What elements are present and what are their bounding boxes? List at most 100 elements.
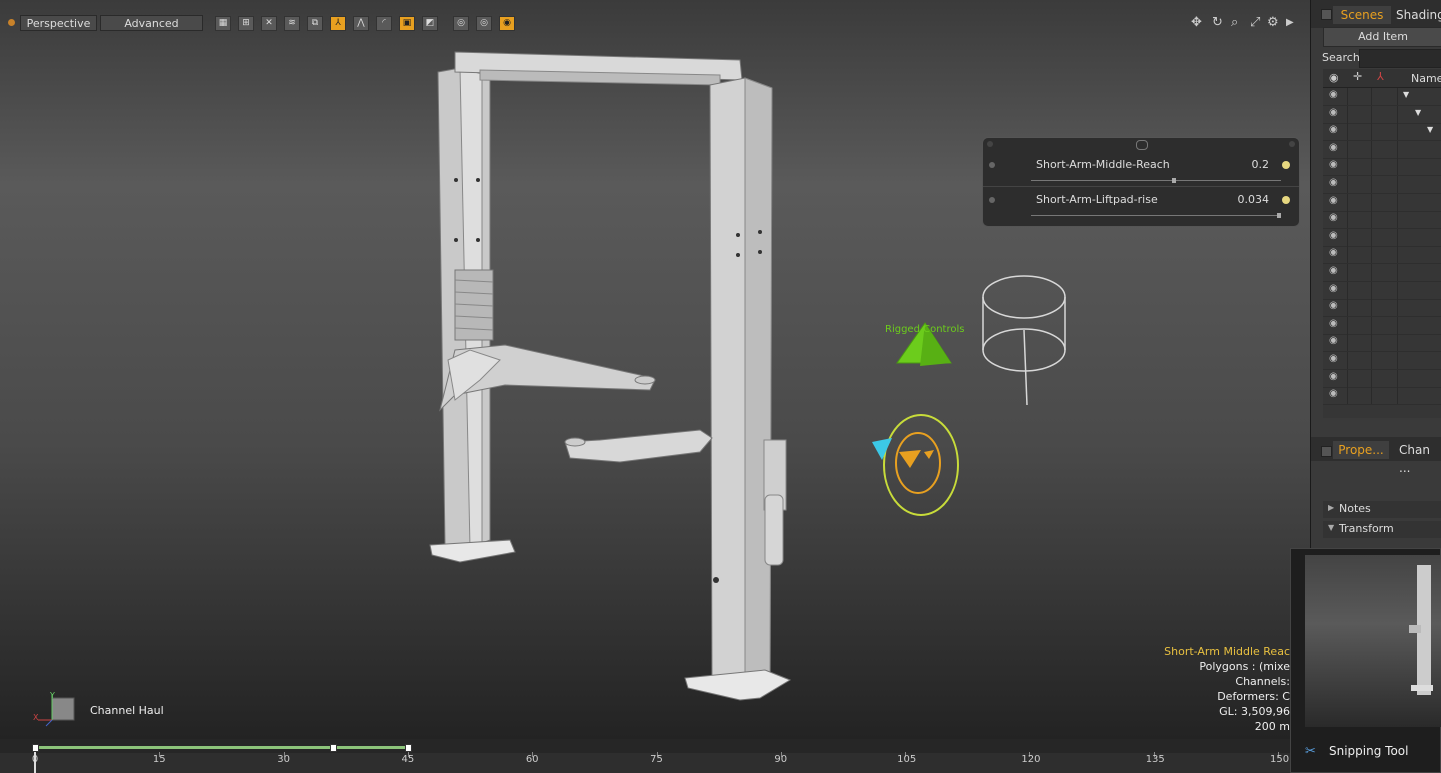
column-divider — [1347, 176, 1348, 193]
timeline-range-handle[interactable] — [404, 744, 412, 752]
eye-icon[interactable]: ◉ — [1329, 159, 1338, 170]
list-item[interactable]: ◉ — [1323, 158, 1441, 177]
list-item[interactable]: ◉ — [1323, 299, 1441, 318]
eye-icon[interactable]: ◉ — [1329, 265, 1338, 276]
eye-icon[interactable]: ◉ — [1329, 300, 1338, 311]
eye-icon[interactable]: ◉ — [1329, 371, 1338, 382]
list-item[interactable]: ◉ ▼ — [1323, 105, 1441, 124]
slider-row[interactable]: Short-Arm-Middle-Reach 0.2 — [983, 152, 1299, 187]
panel-menu-icon[interactable] — [1321, 9, 1332, 20]
visibility-column-icon[interactable]: ◉ — [1329, 71, 1339, 84]
timeline-play-range[interactable] — [35, 746, 408, 749]
column-divider — [1371, 228, 1372, 246]
panel-corner-handle[interactable] — [987, 141, 993, 147]
list-item[interactable]: ◉ — [1323, 334, 1441, 353]
eye-icon[interactable]: ◉ — [1329, 283, 1338, 294]
eye-icon[interactable]: ◉ — [1329, 124, 1338, 135]
slider-row[interactable]: Short-Arm-Liftpad-rise 0.034 — [983, 187, 1299, 221]
svg-text:Y: Y — [49, 691, 55, 700]
timeline-tick-label: 120 — [1021, 754, 1041, 765]
column-divider — [1397, 316, 1398, 334]
type-column-icon[interactable]: ⅄ — [1377, 70, 1384, 83]
slider-track[interactable] — [1031, 215, 1281, 216]
svg-text:X: X — [33, 713, 39, 722]
column-divider — [1347, 88, 1348, 105]
tab-shading[interactable]: Shading — [1396, 6, 1441, 24]
list-item[interactable]: ◉ — [1323, 211, 1441, 230]
column-divider — [1371, 264, 1372, 281]
timeline-ruler[interactable]: 0153045607590105120135150 — [0, 739, 1310, 773]
slider-key-indicator[interactable] — [989, 197, 995, 203]
list-item[interactable]: ◉ ▼ — [1323, 88, 1441, 106]
tab-scenes[interactable]: Scenes — [1333, 6, 1391, 24]
list-item[interactable]: ◉ — [1323, 264, 1441, 282]
notes-section[interactable]: ▶ Notes — [1323, 501, 1441, 518]
tree-expand-icon[interactable]: ▼ — [1427, 125, 1433, 134]
eye-icon[interactable]: ◉ — [1329, 142, 1338, 153]
list-item[interactable]: ◉ — [1323, 140, 1441, 159]
column-divider — [1397, 228, 1398, 246]
list-item[interactable]: ◉ ▼ — [1323, 123, 1441, 142]
tree-expand-icon[interactable]: ▼ — [1403, 90, 1409, 99]
eye-icon[interactable]: ◉ — [1329, 177, 1338, 188]
eye-icon[interactable]: ◉ — [1329, 335, 1338, 346]
column-divider — [1371, 88, 1372, 105]
eye-icon[interactable]: ◉ — [1329, 230, 1338, 241]
lock-column-icon[interactable]: ✛ — [1353, 70, 1362, 83]
eye-icon[interactable]: ◉ — [1329, 195, 1338, 206]
item-list[interactable]: ◉ ▼ ◉ ▼ ◉ ▼ ◉ ◉ ◉ ◉ ◉ ◉ ◉ ◉ ◉ ◉ ◉ ◉ ◉ ◉ ◉ — [1323, 88, 1441, 418]
panel-menu-icon[interactable] — [1321, 446, 1332, 457]
timeline[interactable]: 0153045607590105120135150 — [0, 739, 1310, 773]
list-item[interactable]: ◉ — [1323, 246, 1441, 265]
slider-handle[interactable] — [1276, 213, 1281, 218]
column-divider — [1397, 387, 1398, 405]
list-item[interactable]: ◉ — [1323, 352, 1441, 370]
list-item[interactable]: ◉ — [1323, 281, 1441, 300]
notes-label: Notes — [1339, 502, 1371, 515]
info-scale: 200 m — [1254, 720, 1290, 733]
slider-handle[interactable] — [1171, 178, 1176, 183]
search-input[interactable] — [1359, 49, 1441, 68]
column-divider — [1347, 246, 1348, 264]
slider-value[interactable]: 0.2 — [1252, 158, 1270, 171]
slider-value[interactable]: 0.034 — [1238, 193, 1270, 206]
list-item[interactable]: ◉ — [1323, 316, 1441, 335]
panel-corner-handle[interactable] — [1289, 141, 1295, 147]
column-divider — [1347, 299, 1348, 317]
column-divider — [1347, 369, 1348, 387]
channel-haul-label: Channel Haul — [90, 704, 164, 717]
eye-icon[interactable]: ◉ — [1329, 318, 1338, 329]
info-polygons: Polygons : (mixe — [1199, 660, 1290, 673]
slider-track[interactable] — [1031, 180, 1281, 181]
column-divider — [1397, 246, 1398, 264]
transform-label: Transform — [1339, 522, 1394, 535]
eye-icon[interactable]: ◉ — [1329, 89, 1338, 100]
timeline-playhead[interactable] — [34, 752, 36, 773]
snipping-tool-thumbnail[interactable]: ✂ Snipping Tool — [1290, 548, 1441, 773]
tree-expand-icon[interactable]: ▼ — [1415, 108, 1421, 117]
eye-icon[interactable]: ◉ — [1329, 212, 1338, 223]
timeline-range-handle[interactable] — [32, 744, 39, 752]
timeline-range-handle[interactable] — [330, 744, 338, 752]
eye-icon[interactable]: ◉ — [1329, 247, 1338, 258]
name-column-header[interactable]: Name — [1411, 72, 1441, 85]
channel-sliders-panel: Short-Arm-Middle-Reach 0.2 Short-Arm-Lif… — [982, 137, 1300, 227]
slider-key-indicator[interactable] — [989, 162, 995, 168]
list-item[interactable]: ◉ — [1323, 387, 1441, 406]
transform-section[interactable]: ▼ Transform — [1323, 521, 1441, 538]
column-divider — [1397, 158, 1398, 176]
column-divider — [1371, 281, 1372, 299]
3d-viewport[interactable]: Perspective Advanced ▦ ⊞ ✕ ≋ ⧉ ⅄ ⋀ ◜ ▣ ◩… — [0, 0, 1311, 739]
eye-icon[interactable]: ◉ — [1329, 388, 1338, 399]
tab-properties[interactable]: Prope... — [1333, 441, 1389, 459]
list-item[interactable]: ◉ — [1323, 369, 1441, 388]
list-item[interactable]: ◉ — [1323, 176, 1441, 194]
tab-channels[interactable]: Chan ... — [1399, 441, 1441, 475]
car-lift-model[interactable] — [0, 0, 1310, 739]
panel-grip-icon[interactable] — [1136, 140, 1148, 150]
add-item-button[interactable]: Add Item — [1323, 27, 1441, 47]
list-item[interactable]: ◉ — [1323, 228, 1441, 247]
list-item[interactable]: ◉ — [1323, 193, 1441, 212]
eye-icon[interactable]: ◉ — [1329, 353, 1338, 364]
eye-icon[interactable]: ◉ — [1329, 107, 1338, 118]
